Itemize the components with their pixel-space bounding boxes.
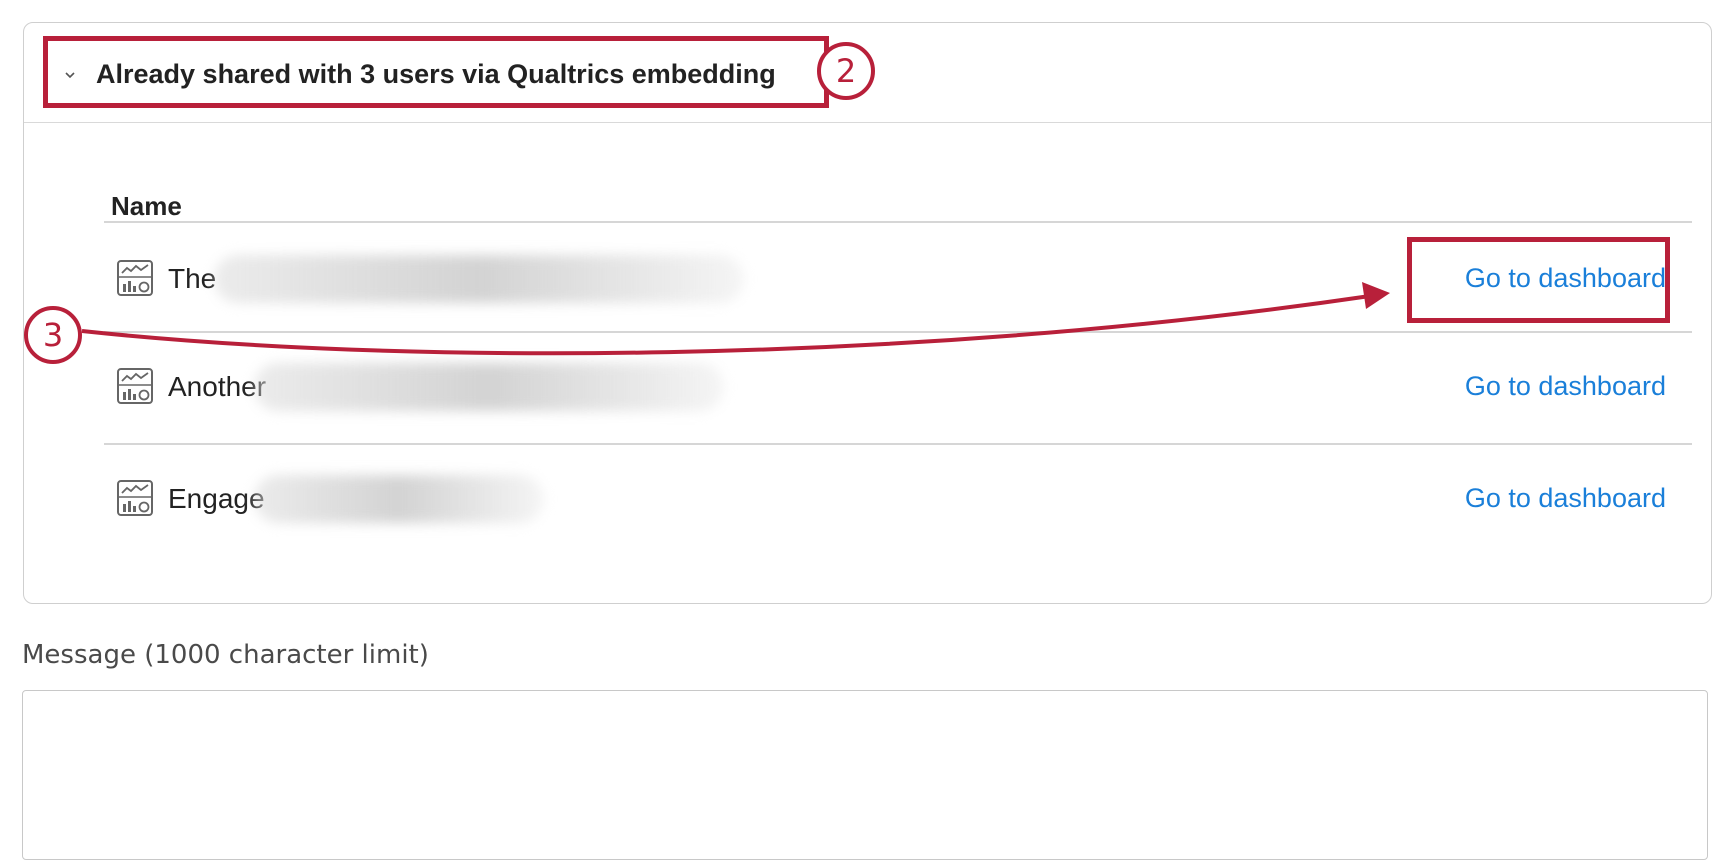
callout-2: 2 [817, 42, 875, 100]
dashboard-name: Engage [168, 483, 265, 514]
redacted-text [214, 255, 744, 303]
go-to-dashboard-link[interactable]: Go to dashboard [1465, 483, 1666, 514]
table-row: Another Go to dashboard [104, 333, 1692, 443]
redacted-text [254, 475, 544, 523]
dashboard-name: Another [168, 371, 267, 402]
shared-header-title: Already shared with 3 users via Qualtric… [96, 59, 776, 89]
callout-3: 3 [24, 306, 82, 364]
dashboard-name: The [168, 263, 217, 294]
redacted-text [254, 363, 724, 411]
go-to-dashboard-link[interactable]: Go to dashboard [1465, 371, 1666, 402]
dashboard-icon [117, 260, 153, 296]
message-input[interactable] [22, 690, 1708, 860]
message-label: Message (1000 character limit) [22, 640, 429, 670]
dashboard-icon [117, 480, 153, 516]
chevron-down-icon[interactable] [64, 69, 76, 81]
shared-users-panel: Already shared with 3 users via Qualtric… [23, 22, 1712, 604]
dashboard-icon [117, 368, 153, 404]
table-row: Engage Go to dashboard [104, 445, 1692, 555]
table-row: The Go to dashboard [104, 223, 1692, 333]
go-to-dashboard-link[interactable]: Go to dashboard [1465, 263, 1666, 294]
name-column-header: Name [111, 191, 182, 221]
